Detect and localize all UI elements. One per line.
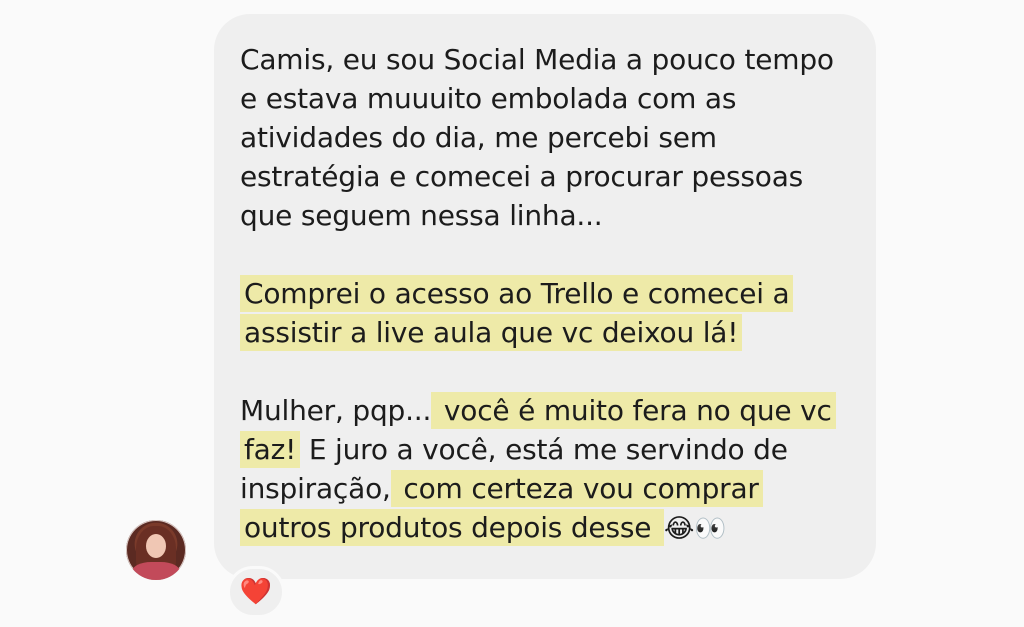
avatar-face <box>146 534 166 558</box>
laughing-emoji-icon: 😂 <box>663 514 695 544</box>
avatar-shirt <box>132 562 180 580</box>
heart-icon: ❤️ <box>239 577 273 607</box>
message-paragraph-1: Camis, eu sou Social Media a pouco tempo… <box>240 43 834 232</box>
message-text: Mulher, pqp... <box>240 394 432 427</box>
heart-reaction-button[interactable]: ❤️ <box>227 566 285 618</box>
message-bubble[interactable]: Camis, eu sou Social Media a pouco tempo… <box>214 14 876 579</box>
message-paragraph-3: Mulher, pqp... você é muito fera no que … <box>240 391 848 549</box>
eyes-emoji-icon: 👀 <box>694 514 727 544</box>
highlighted-text: Comprei o acesso ao Trello e comecei a a… <box>240 275 794 351</box>
sender-avatar[interactable] <box>126 520 186 580</box>
chat-thread: Camis, eu sou Social Media a pouco tempo… <box>0 0 1024 627</box>
message-paragraph-2: Comprei o acesso ao Trello e comecei a a… <box>240 274 848 352</box>
